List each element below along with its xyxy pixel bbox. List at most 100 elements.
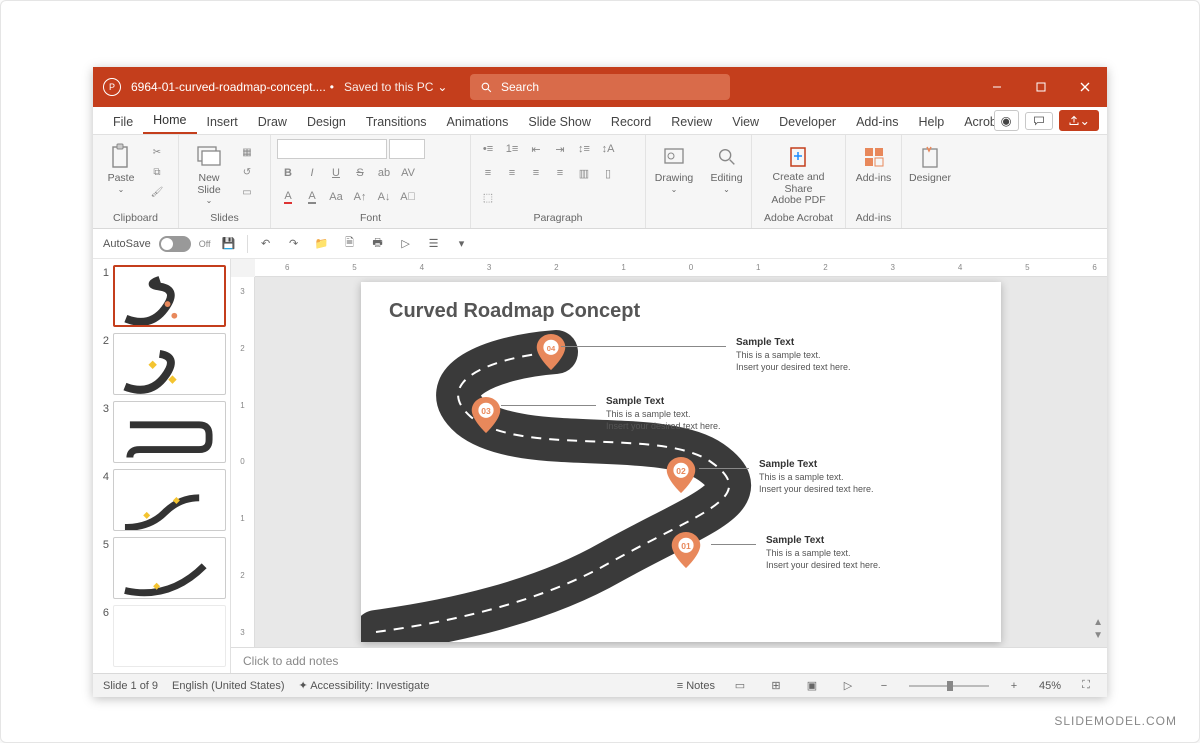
- align-text-button[interactable]: ▯: [597, 163, 619, 183]
- strike-button[interactable]: S: [349, 163, 371, 183]
- accessibility-indicator[interactable]: ✦ Accessibility: Investigate: [299, 679, 430, 692]
- reading-view-icon[interactable]: ▣: [801, 677, 823, 695]
- adobe-pdf-button[interactable]: Create and Share Adobe PDF: [758, 139, 839, 207]
- tab-home[interactable]: Home: [143, 107, 196, 134]
- thumbnail-6[interactable]: 6: [97, 605, 226, 667]
- maximize-button[interactable]: [1019, 67, 1063, 107]
- bullets-button[interactable]: •≡: [477, 139, 499, 159]
- change-case-button[interactable]: Aa: [325, 187, 347, 207]
- thumbnail-5[interactable]: 5: [97, 537, 226, 599]
- print-icon[interactable]: 🖶: [368, 234, 388, 254]
- comments-button[interactable]: [1025, 112, 1053, 130]
- undo-icon[interactable]: ↶: [256, 234, 276, 254]
- font-size-select[interactable]: [389, 139, 425, 159]
- record-indicator[interactable]: ◉: [994, 110, 1019, 131]
- line-spacing-button[interactable]: ↕≡: [573, 139, 595, 159]
- justify-button[interactable]: ≡: [549, 163, 571, 183]
- grow-font-button[interactable]: A↑: [349, 187, 371, 207]
- slide-canvas[interactable]: Curved Roadmap Concept 01 02 03 04: [255, 277, 1107, 647]
- new-file-icon[interactable]: 🗎: [340, 234, 360, 254]
- char-spacing-button[interactable]: AV: [397, 163, 419, 183]
- slide-thumbnails[interactable]: 1 2 3 4 5 6: [93, 259, 231, 673]
- smartart-button[interactable]: ⬚: [477, 187, 499, 207]
- callout-01[interactable]: Sample Text This is a sample text.Insert…: [766, 535, 881, 571]
- next-slide-icon[interactable]: ▼: [1093, 630, 1103, 641]
- highlight-button[interactable]: A: [301, 187, 323, 207]
- close-button[interactable]: [1063, 67, 1107, 107]
- callout-03[interactable]: Sample Text This is a sample text.Insert…: [606, 396, 721, 432]
- zoom-percent[interactable]: 45%: [1039, 680, 1061, 692]
- addins-button[interactable]: Add-ins: [852, 139, 895, 207]
- drawing-button[interactable]: Drawing⌄: [652, 139, 696, 207]
- cut-icon[interactable]: ✂: [147, 143, 167, 161]
- notes-button[interactable]: ≡ Notes: [677, 680, 715, 692]
- tab-animations[interactable]: Animations: [437, 109, 519, 134]
- language-indicator[interactable]: English (United States): [172, 680, 285, 692]
- shadow-button[interactable]: ab: [373, 163, 395, 183]
- tab-transitions[interactable]: Transitions: [356, 109, 437, 134]
- text-direction-button[interactable]: ↕A: [597, 139, 619, 159]
- from-beginning-icon[interactable]: ▷: [396, 234, 416, 254]
- redo-icon[interactable]: ↷: [284, 234, 304, 254]
- slideshow-view-icon[interactable]: ▷: [837, 677, 859, 695]
- touch-mode-icon[interactable]: ☰: [424, 234, 444, 254]
- italic-button[interactable]: I: [301, 163, 323, 183]
- paste-button[interactable]: Paste⌄: [99, 139, 143, 207]
- editing-button[interactable]: Editing⌄: [708, 139, 745, 207]
- tab-draw[interactable]: Draw: [248, 109, 297, 134]
- designer-button[interactable]: Designer: [908, 139, 952, 207]
- marker-02[interactable]: 02: [666, 457, 696, 495]
- share-button[interactable]: ⌄: [1059, 110, 1099, 131]
- font-color-button[interactable]: A: [277, 187, 299, 207]
- tab-help[interactable]: Help: [908, 109, 954, 134]
- tab-design[interactable]: Design: [297, 109, 356, 134]
- align-center-button[interactable]: ≡: [501, 163, 523, 183]
- tab-addins[interactable]: Add-ins: [846, 109, 908, 134]
- thumbnail-2[interactable]: 2: [97, 333, 226, 395]
- font-name-select[interactable]: [277, 139, 387, 159]
- fit-window-icon[interactable]: ⛶: [1075, 677, 1097, 695]
- copy-icon[interactable]: ⧉: [147, 163, 167, 181]
- normal-view-icon[interactable]: ▭: [729, 677, 751, 695]
- callout-02[interactable]: Sample Text This is a sample text.Insert…: [759, 459, 874, 495]
- tab-developer[interactable]: Developer: [769, 109, 846, 134]
- columns-button[interactable]: ▥: [573, 163, 595, 183]
- tab-view[interactable]: View: [722, 109, 769, 134]
- callout-04[interactable]: Sample Text This is a sample text.Insert…: [736, 337, 851, 373]
- section-icon[interactable]: ▭: [237, 183, 257, 201]
- marker-04[interactable]: 04: [536, 334, 566, 372]
- notes-pane[interactable]: Click to add notes: [231, 647, 1107, 673]
- zoom-in-button[interactable]: +: [1003, 677, 1025, 695]
- minimize-button[interactable]: [975, 67, 1019, 107]
- autosave-toggle[interactable]: [159, 236, 191, 252]
- open-icon[interactable]: 📁: [312, 234, 332, 254]
- thumbnail-4[interactable]: 4: [97, 469, 226, 531]
- sorter-view-icon[interactable]: ⊞: [765, 677, 787, 695]
- slide[interactable]: Curved Roadmap Concept 01 02 03 04: [361, 282, 1001, 642]
- prev-slide-icon[interactable]: ▲: [1093, 617, 1103, 628]
- tab-file[interactable]: File: [103, 109, 143, 134]
- search-input[interactable]: Search: [470, 74, 730, 100]
- marker-01[interactable]: 01: [671, 532, 701, 570]
- save-icon[interactable]: 💾: [219, 234, 239, 254]
- align-right-button[interactable]: ≡: [525, 163, 547, 183]
- indent-in-button[interactable]: ⇥: [549, 139, 571, 159]
- more-commands-icon[interactable]: ▾: [452, 234, 472, 254]
- save-status[interactable]: Saved to this PC: [344, 80, 433, 94]
- tab-insert[interactable]: Insert: [197, 109, 248, 134]
- tab-slideshow[interactable]: Slide Show: [518, 109, 601, 134]
- layout-icon[interactable]: ▦: [237, 143, 257, 161]
- marker-03[interactable]: 03: [471, 397, 501, 435]
- reset-icon[interactable]: ↺: [237, 163, 257, 181]
- indent-out-button[interactable]: ⇤: [525, 139, 547, 159]
- clear-format-button[interactable]: A⃠: [397, 187, 419, 207]
- shrink-font-button[interactable]: A↓: [373, 187, 395, 207]
- zoom-slider[interactable]: [909, 685, 989, 687]
- new-slide-button[interactable]: New Slide⌄: [185, 139, 233, 207]
- align-left-button[interactable]: ≡: [477, 163, 499, 183]
- format-painter-icon[interactable]: 🖌: [147, 183, 167, 201]
- slide-indicator[interactable]: Slide 1 of 9: [103, 680, 158, 692]
- chevron-down-icon[interactable]: ⌄: [437, 80, 447, 94]
- numbering-button[interactable]: 1≡: [501, 139, 523, 159]
- thumbnail-1[interactable]: 1: [97, 265, 226, 327]
